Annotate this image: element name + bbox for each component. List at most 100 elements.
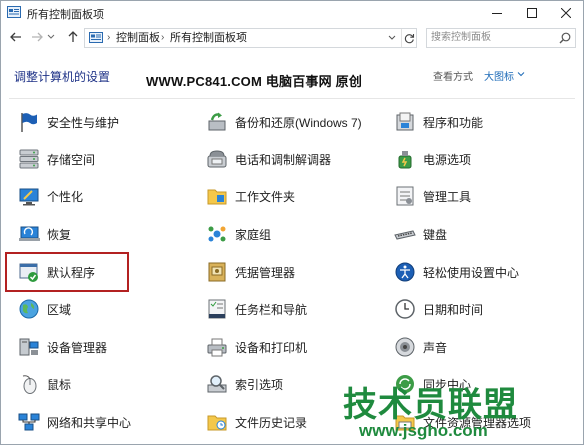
printer-icon [207,338,227,357]
minimize-button[interactable] [480,1,514,25]
control-panel-app-icon [7,6,21,18]
breadcrumb-all-items[interactable]: 所有控制面板项 [170,29,247,47]
item-phone-modem[interactable]: 电话和调制解调器 [206,148,331,170]
view-by-label: 查看方式 [433,72,473,83]
item-network-sharing[interactable]: 网络和共享中心 [18,411,131,433]
network-icon [18,413,40,431]
flag-icon [21,113,37,132]
item-credential-manager[interactable]: 凭据管理器 [206,261,295,283]
refresh-icon [404,33,414,43]
ease-of-access-icon [395,262,415,282]
item-device-manager[interactable]: 设备管理器 [18,336,107,358]
page-title: 调整计算机的设置 [14,70,111,84]
control-panel-location-icon [89,32,103,43]
item-label: 设备和打印机 [235,340,308,355]
item-label: 设备管理器 [47,340,108,355]
search-input[interactable] [431,30,549,44]
page-header: 调整计算机的设置 WWW.PC841.COM 电脑百事网 原创 查看方式 大图标 [1,51,583,97]
chevron-down-icon [47,34,55,39]
device-manager-icon [19,338,39,356]
item-label: 键盘 [423,227,448,242]
chevron-down-icon[interactable] [517,72,525,77]
recent-locations-button[interactable] [45,28,57,46]
item-storage-spaces[interactable]: 存储空间 [18,148,95,170]
maximize-button[interactable] [515,1,549,25]
backup-icon [208,112,226,131]
clock-icon [395,299,415,319]
up-button[interactable] [64,28,82,46]
search-icon[interactable] [559,32,571,44]
item-label: 任务栏和导航 [235,302,308,317]
item-label: 家庭组 [235,227,272,242]
item-sound[interactable]: 声音 [394,336,447,358]
item-label: 电话和调制解调器 [235,152,332,167]
item-recovery[interactable]: 恢复 [18,223,71,245]
item-date-time[interactable]: 日期和时间 [394,298,483,320]
view-by-dropdown[interactable]: 大图标 [484,68,514,83]
item-ease-of-access[interactable]: 轻松使用设置中心 [394,261,519,283]
item-label: 文件历史记录 [235,415,308,430]
breadcrumb-separator-icon: › [238,32,242,43]
item-label: 备份和还原(Windows 7) [235,115,362,130]
speaker-icon [395,337,415,357]
maximize-icon [527,8,537,18]
window-title: 所有控制面板项 [27,9,104,21]
item-label: 索引选项 [235,377,284,392]
close-button[interactable] [549,1,583,25]
item-label: 日期和时间 [423,302,484,317]
brand-watermark: 技术员联盟 www.jsgho.com [343,375,583,444]
item-administrative-tools[interactable]: 管理工具 [394,185,471,207]
item-label: 轻松使用设置中心 [423,265,520,280]
admin-tools-icon [396,186,414,206]
item-work-folders[interactable]: 工作文件夹 [206,185,295,207]
item-devices-printers[interactable]: 设备和打印机 [206,336,307,358]
homegroup-icon [208,226,226,242]
item-keyboard[interactable]: 键盘 [394,223,447,245]
item-programs-features[interactable]: 程序和功能 [394,111,483,133]
taskbar-icon [208,299,226,319]
item-backup-restore[interactable]: 备份和还原(Windows 7) [206,111,362,133]
storage-icon [19,149,39,169]
item-label: 网络和共享中心 [47,415,132,430]
item-personalization[interactable]: 个性化 [18,185,83,207]
close-icon [561,8,571,18]
credential-icon [208,262,226,282]
item-label: 区域 [47,302,72,317]
personalization-icon [19,188,39,206]
item-label: 管理工具 [423,189,472,204]
control-panel-window: 所有控制面板项 › 控制面板 › 所有控制面板项 › 搜索控制面板 调整计算机的… [0,0,584,445]
power-icon [398,151,412,169]
keyboard-icon [394,230,416,240]
item-mouse[interactable]: 鼠标 [18,373,71,395]
back-button[interactable] [7,28,25,46]
item-label: 凭据管理器 [235,265,296,280]
item-label: 鼠标 [47,377,72,392]
search-box[interactable] [426,28,576,48]
minimize-icon [492,13,502,14]
address-bar[interactable]: › 控制面板 › 所有控制面板项 › [84,28,417,48]
item-indexing-options[interactable]: 索引选项 [206,373,283,395]
phone-icon [207,150,227,168]
item-region[interactable]: 区域 [18,298,71,320]
item-power-options[interactable]: 电源选项 [394,148,471,170]
item-label: 存储空间 [47,152,96,167]
item-label: 安全性与维护 [47,115,120,130]
item-taskbar-navigation[interactable]: 任务栏和导航 [206,298,307,320]
recovery-icon [19,226,40,241]
forward-button[interactable] [28,28,46,46]
item-security-maintenance[interactable]: 安全性与维护 [18,111,119,133]
back-arrow-icon [10,32,21,42]
item-homegroup[interactable]: 家庭组 [206,223,271,245]
mouse-icon [22,375,37,394]
item-label: 声音 [423,340,448,355]
item-label: 程序和功能 [423,115,484,130]
header-divider [9,98,575,99]
item-file-history[interactable]: 文件历史记录 [206,411,307,433]
address-history-button[interactable] [385,29,399,47]
breadcrumb-control-panel[interactable]: 控制面板 [116,29,160,47]
refresh-button[interactable] [401,29,416,47]
site-watermark: WWW.PC841.COM 电脑百事网 原创 [146,74,363,89]
navigation-bar: › 控制面板 › 所有控制面板项 › [1,25,583,51]
programs-icon [396,112,414,131]
item-label: 个性化 [47,189,84,204]
